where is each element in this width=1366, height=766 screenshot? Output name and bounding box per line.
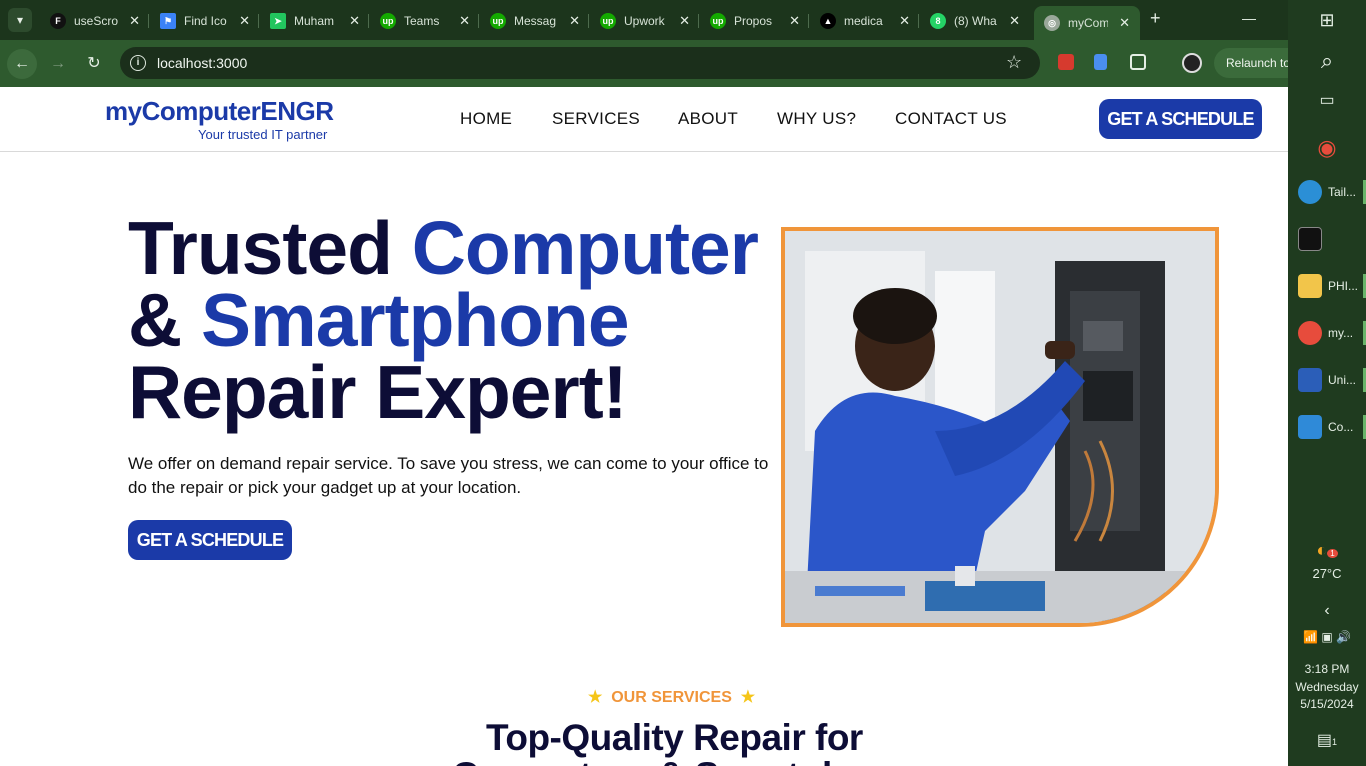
tab[interactable]: ▲ medica ✕ <box>810 6 920 36</box>
notification-icon[interactable]: ▤1 <box>1288 730 1366 750</box>
close-icon[interactable]: ✕ <box>1009 13 1020 29</box>
vercel-icon: ▲ <box>820 13 836 29</box>
tab[interactable]: up Messag ✕ <box>480 6 590 36</box>
address-bar[interactable] <box>120 47 1040 79</box>
nav-services[interactable]: SERVICES <box>552 109 640 129</box>
taskbar-app[interactable]: Uni... <box>1288 358 1366 402</box>
close-icon[interactable]: ✕ <box>239 13 250 29</box>
services-title-continued: Computers & Smartphones <box>452 755 931 766</box>
tab-active[interactable]: ◎ myCom ✕ <box>1034 6 1140 40</box>
close-icon[interactable]: ✕ <box>129 13 140 29</box>
clock-date[interactable]: 5/15/2024 <box>1288 697 1366 711</box>
close-icon[interactable]: ✕ <box>679 13 690 29</box>
upwork-icon: up <box>710 13 726 29</box>
url-text[interactable]: localhost:3000 <box>157 55 247 71</box>
edge-profile-icon <box>1298 180 1322 204</box>
extension-icon[interactable] <box>1058 54 1074 70</box>
vscode-icon <box>1298 415 1322 439</box>
puzzle-icon[interactable] <box>1130 54 1146 70</box>
taskbar-app[interactable]: Tail... <box>1288 170 1366 214</box>
tab[interactable]: 8 (8) Wha ✕ <box>920 6 1030 36</box>
tagline: Your trusted IT partner <box>198 127 328 142</box>
close-icon[interactable]: ✕ <box>569 13 580 29</box>
upwork-icon: up <box>380 13 396 29</box>
clock-day[interactable]: Wednesday <box>1288 680 1366 694</box>
star-icon: ★ <box>740 689 756 706</box>
back-icon[interactable]: ← <box>7 49 37 79</box>
weather-icon[interactable]: ◐ 1 <box>1288 540 1366 561</box>
bookmark-star-icon[interactable]: ☆ <box>1006 52 1022 73</box>
nav-contact[interactable]: CONTACT US <box>895 109 1007 129</box>
hero-schedule-button[interactable]: GET A SCHEDULE <box>128 520 292 560</box>
nav-about[interactable]: ABOUT <box>678 109 738 129</box>
close-icon[interactable]: ✕ <box>899 13 910 29</box>
services-eyebrow: ★ OUR SERVICES ★ <box>588 689 756 706</box>
clock-time[interactable]: 3:18 PM <box>1288 662 1366 676</box>
forward-icon[interactable]: → <box>43 49 73 79</box>
weather-temp[interactable]: 27°C <box>1288 566 1366 581</box>
taskbar-app[interactable]: my... <box>1288 311 1366 355</box>
send-icon: ➤ <box>270 13 286 29</box>
site-info-icon[interactable]: i <box>130 55 146 71</box>
framer-icon: F <box>50 13 66 29</box>
tab[interactable]: F useScro ✕ <box>40 6 150 36</box>
services-title: Top-Quality Repair for <box>486 717 863 758</box>
upwork-icon: up <box>600 13 616 29</box>
search-icon[interactable]: ⌕ <box>1288 48 1366 74</box>
tab-search-icon[interactable]: ▾ <box>8 8 32 32</box>
taskbar-app[interactable]: PHI... <box>1288 264 1366 308</box>
task-view-icon[interactable]: ▭ <box>1288 90 1366 110</box>
tab[interactable]: ➤ Muham ✕ <box>260 6 370 36</box>
tab[interactable]: up Propos ✕ <box>700 6 810 36</box>
logo[interactable]: myComputerENGR <box>105 96 334 127</box>
hero-image <box>781 227 1219 627</box>
relaunch-button[interactable]: Relaunch to <box>1214 48 1288 78</box>
flag-icon: ⚑ <box>160 13 176 29</box>
nav-why-us[interactable]: WHY US? <box>777 109 856 129</box>
technician-photo <box>785 231 1215 623</box>
chevron-left-icon[interactable]: ‹ <box>1288 602 1366 620</box>
tab[interactable]: ⚑ Find Ico ✕ <box>150 6 260 36</box>
terminal-icon <box>1298 227 1322 251</box>
system-tray-icons[interactable]: 📶 ▣ 🔊 <box>1288 630 1366 644</box>
folder-icon <box>1298 274 1322 298</box>
close-icon[interactable]: ✕ <box>1119 15 1130 31</box>
whatsapp-icon: 8 <box>930 13 946 29</box>
chrome-icon <box>1298 321 1322 345</box>
tab[interactable]: up Upwork ✕ <box>590 6 700 36</box>
taskbar: ⊞ ⌕ ▭ ◉ Tail... PHI... my... Uni... Co..… <box>1288 0 1366 766</box>
reload-icon[interactable]: ↻ <box>79 49 109 79</box>
upwork-icon: up <box>490 13 506 29</box>
tab[interactable]: up Teams ✕ <box>370 6 480 36</box>
get-schedule-button[interactable]: GET A SCHEDULE <box>1099 99 1262 139</box>
globe-icon: ◎ <box>1044 15 1060 31</box>
minimize-icon[interactable]: — <box>1242 10 1256 26</box>
chrome-icon[interactable]: ◉ <box>1288 135 1366 161</box>
hero-title: Trusted Computer & Smartphone Repair Exp… <box>128 206 759 434</box>
star-icon: ★ <box>588 689 603 706</box>
tab-strip: ▾ F useScro ✕ ⚑ Find Ico ✕ ➤ Muham ✕ up … <box>0 0 1288 40</box>
new-tab-icon[interactable]: + <box>1150 8 1161 29</box>
taskbar-app[interactable]: Co... <box>1288 405 1366 449</box>
site-header: myComputerENGR Your trusted IT partner H… <box>0 87 1288 152</box>
close-icon[interactable]: ✕ <box>459 13 470 29</box>
windows-start-icon[interactable]: ⊞ <box>1288 10 1366 31</box>
close-icon[interactable]: ✕ <box>349 13 360 29</box>
nav-home[interactable]: HOME <box>460 109 512 129</box>
website: myComputerENGR Your trusted IT partner H… <box>0 87 1288 766</box>
close-icon[interactable]: ✕ <box>789 13 800 29</box>
avatar[interactable] <box>1182 53 1202 73</box>
taskbar-app[interactable] <box>1288 217 1366 261</box>
hero-description: We offer on demand repair service. To sa… <box>128 454 769 497</box>
word-icon <box>1298 368 1322 392</box>
extension-icon[interactable] <box>1094 54 1107 70</box>
